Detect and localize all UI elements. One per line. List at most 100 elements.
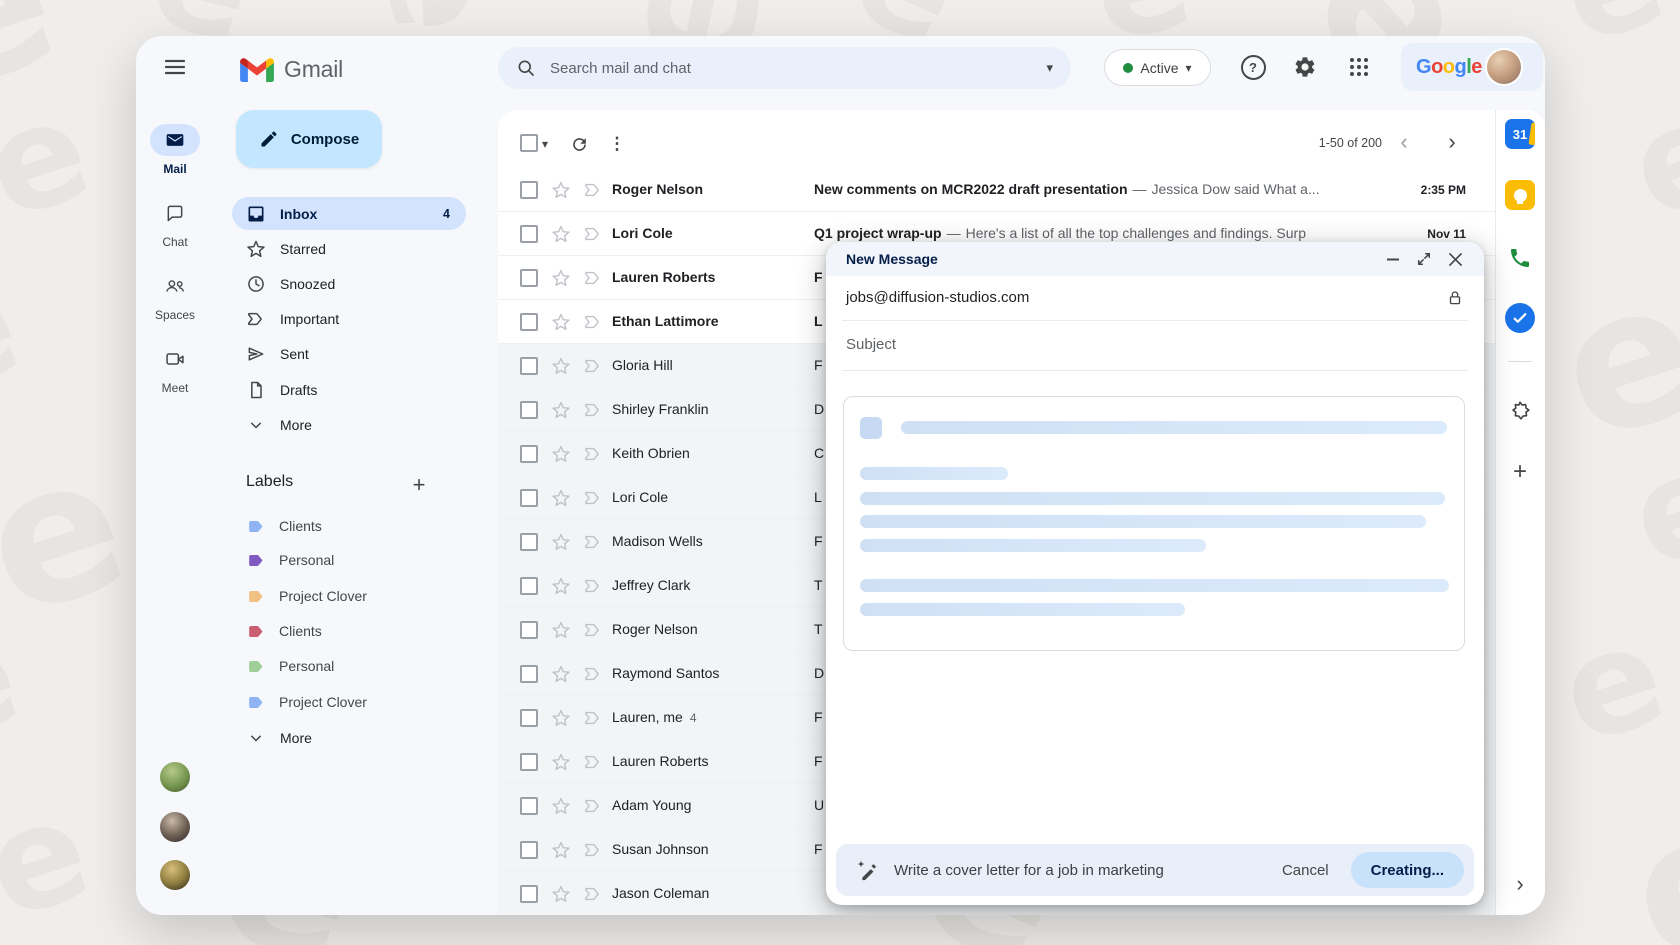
row-checkbox[interactable] [520,313,538,331]
row-checkbox[interactable] [520,577,538,595]
important-icon[interactable] [583,180,603,200]
star-icon[interactable] [551,708,571,728]
important-icon[interactable] [583,268,603,288]
star-icon[interactable] [551,884,571,904]
row-checkbox[interactable] [520,401,538,419]
star-icon[interactable] [551,400,571,420]
minimize-icon[interactable] [1381,247,1405,271]
important-icon[interactable] [583,708,603,728]
label-item-clients[interactable]: Clients [232,510,466,542]
label-item-project-clover[interactable]: Project Clover [232,580,466,612]
row-checkbox[interactable] [520,885,538,903]
email-row[interactable]: Roger Nelson New comments on MCR2022 dra… [498,168,1495,212]
label-item-project-clover[interactable]: Project Clover [232,686,466,718]
more-options-icon[interactable]: ⋮ [604,131,630,157]
voice-icon[interactable] [1505,243,1535,273]
important-icon[interactable] [583,400,603,420]
star-icon[interactable] [551,312,571,332]
row-checkbox[interactable] [520,489,538,507]
older-page-icon[interactable]: › [1440,128,1464,156]
sidebar-item-inbox[interactable]: Inbox 4 [232,197,466,230]
select-caret-icon[interactable]: ▾ [542,137,548,151]
sidebar-item-snoozed[interactable]: Snoozed [232,267,466,300]
sidebar-item-more[interactable]: More [232,408,466,441]
row-checkbox[interactable] [520,797,538,815]
star-icon[interactable] [551,180,571,200]
ai-prompt-text[interactable]: Write a cover letter for a job in market… [894,862,1164,879]
expand-icon[interactable] [1412,247,1436,271]
important-icon[interactable] [583,488,603,508]
rail-item-spaces[interactable]: Spaces [136,270,214,322]
contact-avatar-3[interactable] [160,860,190,890]
contact-avatar-2[interactable] [160,812,190,842]
select-all-checkbox[interactable] [520,134,538,152]
newer-page-icon[interactable]: ‹ [1392,128,1416,156]
main-menu-icon[interactable] [154,47,196,87]
cancel-button[interactable]: Cancel [1266,854,1345,887]
important-icon[interactable] [583,312,603,332]
tasks-icon[interactable] [1505,303,1535,333]
side-panel-collapse-icon[interactable]: › [1508,870,1532,898]
help-button[interactable]: ? [1233,47,1273,87]
contact-avatar-1[interactable] [160,762,190,792]
star-icon[interactable] [551,576,571,596]
star-icon[interactable] [551,532,571,552]
sidebar-item-drafts[interactable]: Drafts [232,373,466,406]
compose-button[interactable]: Compose [236,110,382,168]
row-checkbox[interactable] [520,709,538,727]
row-checkbox[interactable] [520,621,538,639]
star-icon[interactable] [551,268,571,288]
label-item-clients[interactable]: Clients [232,615,466,647]
row-checkbox[interactable] [520,225,538,243]
addons-icon[interactable] [1505,396,1535,426]
star-icon[interactable] [551,224,571,244]
important-icon[interactable] [583,576,603,596]
status-selector[interactable]: Active ▾ [1104,49,1211,86]
star-icon[interactable] [551,356,571,376]
important-icon[interactable] [583,752,603,772]
keep-icon[interactable] [1505,180,1535,210]
user-avatar[interactable] [1487,50,1521,84]
calendar-icon[interactable]: 31 [1505,119,1535,149]
rail-item-chat[interactable]: Chat [136,197,214,249]
get-addons-plus-icon[interactable]: + [1505,457,1535,487]
important-icon[interactable] [583,796,603,816]
label-item-personal[interactable]: Personal [232,544,466,576]
google-account-block[interactable]: Google [1401,43,1543,91]
important-icon[interactable] [583,224,603,244]
labels-more[interactable]: More [232,721,466,754]
important-icon[interactable] [583,884,603,904]
important-icon[interactable] [583,620,603,640]
settings-button[interactable] [1285,47,1325,87]
star-icon[interactable] [551,620,571,640]
subject-field[interactable]: Subject [846,320,896,370]
row-checkbox[interactable] [520,533,538,551]
add-label-button[interactable]: + [399,465,439,505]
row-checkbox[interactable] [520,665,538,683]
compose-header[interactable]: New Message [826,242,1484,276]
star-icon[interactable] [551,664,571,684]
important-icon[interactable] [583,532,603,552]
star-icon[interactable] [551,840,571,860]
recipient-field[interactable]: jobs@diffusion-studios.com [846,276,1029,320]
row-checkbox[interactable] [520,841,538,859]
important-icon[interactable] [583,356,603,376]
row-checkbox[interactable] [520,445,538,463]
search-icon[interactable] [516,58,536,78]
row-checkbox[interactable] [520,269,538,287]
star-icon[interactable] [551,488,571,508]
important-icon[interactable] [583,840,603,860]
close-icon[interactable] [1443,247,1467,271]
row-checkbox[interactable] [520,357,538,375]
star-icon[interactable] [551,752,571,772]
row-checkbox[interactable] [520,753,538,771]
row-checkbox[interactable] [520,181,538,199]
rail-item-meet[interactable]: Meet [136,343,214,395]
sidebar-item-important[interactable]: Important [232,302,466,335]
sidebar-item-starred[interactable]: Starred [232,232,466,265]
refresh-button[interactable] [566,131,592,157]
label-item-personal[interactable]: Personal [232,650,466,682]
important-icon[interactable] [583,444,603,464]
star-icon[interactable] [551,796,571,816]
apps-grid-button[interactable] [1339,47,1379,87]
